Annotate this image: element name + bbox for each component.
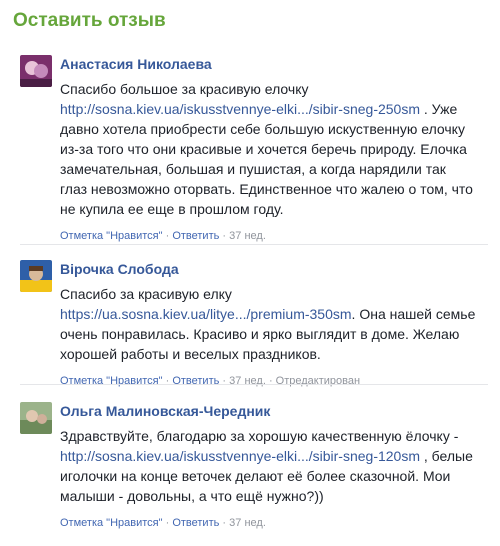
comment-link[interactable]: http://sosna.kiev.ua/iskusstvennye-elki.… — [60, 448, 420, 464]
comment-author[interactable]: Анастасия Николаева — [60, 55, 476, 73]
reply-link[interactable]: Ответить — [172, 230, 219, 242]
comment-item: Анастасия Николаева Спасибо большое за к… — [20, 55, 488, 245]
avatar[interactable] — [20, 55, 52, 87]
page-title: Оставить отзыв — [13, 10, 166, 31]
comment-item: Ольга Малиновская-Чередник Здравствуйте,… — [20, 402, 488, 540]
comment-meta: Отметка "Нравится" · Ответить · 37 нед. — [60, 517, 266, 529]
like-link[interactable]: Отметка "Нравится" — [60, 230, 163, 242]
comment-time[interactable]: 37 нед. — [229, 230, 266, 242]
avatar[interactable] — [20, 260, 52, 292]
comment-text: Здравствуйте, благодарю за хорошую качес… — [60, 428, 473, 504]
comment-item: Вірочка Слобода Спасибо за красивую елку… — [20, 260, 488, 387]
comment-link[interactable]: http://sosna.kiev.ua/iskusstvennye-elki.… — [60, 101, 420, 117]
comment-author[interactable]: Вірочка Слобода — [60, 260, 476, 278]
divider — [20, 244, 488, 245]
comment-time[interactable]: 37 нед. — [229, 375, 266, 387]
comment-meta: Отметка "Нравится" · Ответить · 37 нед. … — [60, 375, 361, 387]
comment-text: Спасибо за красивую елку https://ua.sosn… — [60, 286, 476, 362]
comment-time[interactable]: 37 нед. — [229, 517, 266, 529]
reply-link[interactable]: Ответить — [172, 375, 219, 387]
divider — [20, 384, 488, 385]
avatar[interactable] — [20, 402, 52, 434]
like-link[interactable]: Отметка "Нравится" — [60, 375, 163, 387]
like-link[interactable]: Отметка "Нравится" — [60, 517, 163, 529]
comment-link[interactable]: https://ua.sosna.kiev.ua/litye.../premiu… — [60, 306, 352, 322]
edited-label[interactable]: Отредактирован — [276, 375, 360, 387]
comment-author[interactable]: Ольга Малиновская-Чередник — [60, 402, 476, 420]
comment-meta: Отметка "Нравится" · Ответить · 37 нед. — [60, 230, 266, 242]
reply-link[interactable]: Ответить — [172, 517, 219, 529]
comment-text: Спасибо большое за красивую елочку http:… — [60, 81, 473, 217]
